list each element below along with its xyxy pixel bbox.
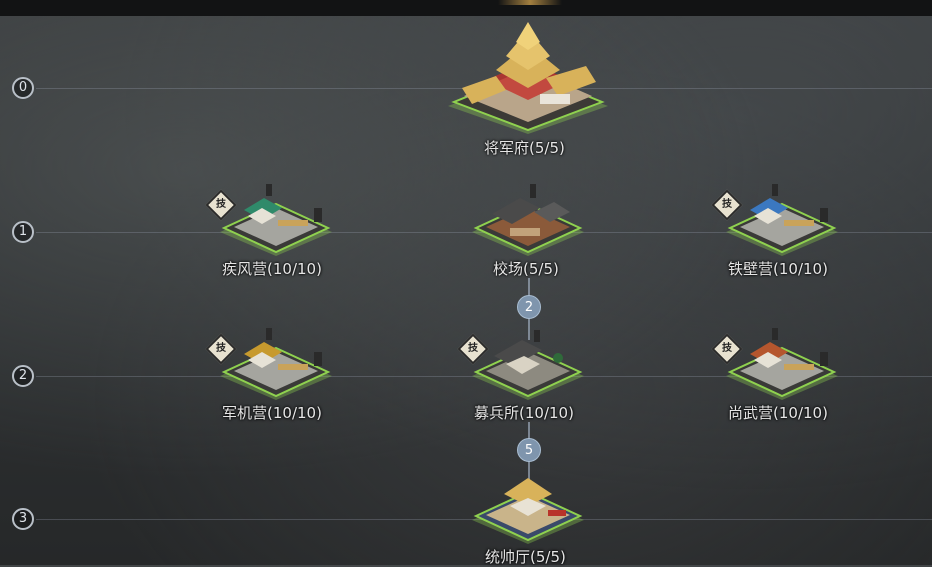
building-label: 将军府(5/5) [484, 139, 565, 157]
building-junji-camp[interactable]: 技 [205, 328, 334, 400]
building-general-mansion[interactable] [446, 22, 610, 134]
building-label: 募兵所(10/10) [474, 404, 574, 422]
building-tiebi-camp[interactable]: 技 [711, 184, 840, 256]
building-label: 疾风营(10/10) [222, 260, 322, 278]
building-commander-hall[interactable] [470, 472, 586, 544]
row-number-0: 0 [12, 77, 34, 99]
drill-ground-icon [472, 184, 584, 256]
building-label: 尚武营(10/10) [728, 404, 828, 422]
row-number-2: 2 [12, 365, 34, 387]
requirement-badge: 2 [517, 295, 541, 319]
walled-camp-blue-icon [726, 184, 838, 256]
row-number-3: 3 [12, 508, 34, 530]
building-drill-ground[interactable] [470, 184, 586, 256]
commander-hall-icon [472, 478, 584, 544]
row-number-1: 1 [12, 221, 34, 243]
building-shangwu-camp[interactable]: 技 [711, 328, 840, 400]
top-ornament [498, 0, 562, 5]
building-label: 校场(5/5) [493, 260, 559, 278]
building-recruit-office[interactable]: 技 [457, 328, 586, 400]
recruit-office-icon [472, 330, 584, 400]
palace-icon [448, 22, 608, 134]
building-jifeng-camp[interactable]: 技 [205, 184, 334, 256]
building-label: 统帅厅(5/5) [485, 548, 566, 566]
top-bar [0, 0, 932, 16]
walled-camp-red-icon [726, 328, 838, 400]
walled-camp-yellow-icon [220, 328, 332, 400]
requirement-badge: 5 [517, 438, 541, 462]
building-label: 军机营(10/10) [222, 404, 322, 422]
walled-camp-green-icon [220, 184, 332, 256]
building-label: 铁壁营(10/10) [728, 260, 828, 278]
